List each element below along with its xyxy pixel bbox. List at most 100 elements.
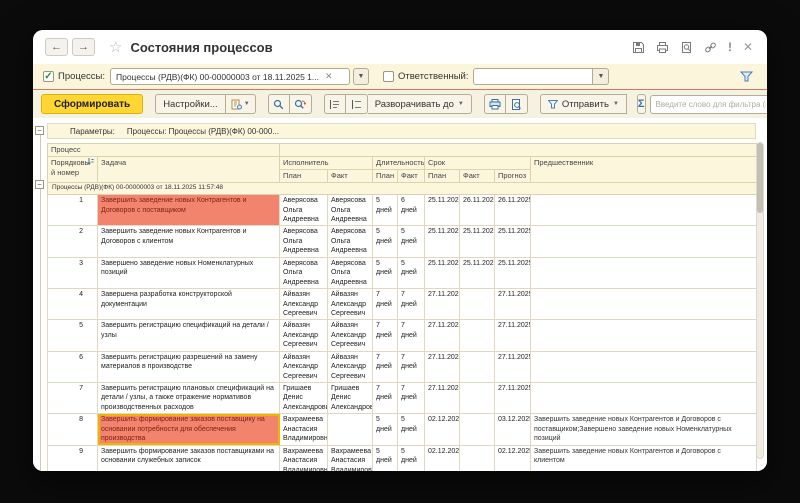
cell-num[interactable]: 5	[48, 320, 98, 351]
cell-predecessor[interactable]	[531, 195, 757, 226]
expand-groups-button[interactable]	[346, 94, 368, 114]
cell-task[interactable]: Завершено заведение новых Номенклатурных…	[98, 257, 280, 288]
processes-field[interactable]: Процессы (РДВ)(ФК) 00-00000003 от 18.11.…	[110, 68, 350, 85]
cell-dur-fact[interactable]: 5 дней	[398, 226, 425, 257]
cell-exec-fact[interactable]: Айвазян Александр Сергеевич	[328, 289, 373, 320]
cell-dur-plan[interactable]: 5 дней	[373, 445, 398, 471]
search-button[interactable]	[268, 94, 290, 114]
cell-exec-plan[interactable]: Аверясова Ольга Андреевна	[280, 257, 328, 288]
cell-date-fact[interactable]	[460, 414, 495, 445]
cell-dur-plan[interactable]: 5 дней	[373, 414, 398, 445]
cell-task[interactable]: Завершить регистрацию разрешений на заме…	[98, 351, 280, 382]
cell-dur-plan[interactable]: 7 дней	[373, 351, 398, 382]
cell-predecessor[interactable]	[531, 289, 757, 320]
cell-num[interactable]: 4	[48, 289, 98, 320]
save-icon[interactable]	[632, 41, 645, 54]
cell-task[interactable]: Завершена разработка конструкторской док…	[98, 289, 280, 320]
cell-dur-fact[interactable]: 5 дней	[398, 414, 425, 445]
collapse-groups-button[interactable]	[324, 94, 346, 114]
cell-dur-fact[interactable]: 6 дней	[398, 195, 425, 226]
cell-num[interactable]: 9	[48, 445, 98, 471]
header-exec-fact[interactable]: Факт	[328, 170, 373, 183]
cell-forecast[interactable]: 27.11.2025	[495, 351, 531, 382]
header-dur-plan[interactable]: План	[373, 170, 398, 183]
responsible-checkbox[interactable]	[383, 71, 394, 82]
report-variant-button[interactable]: ▼	[226, 94, 256, 114]
cell-exec-fact[interactable]: Вахрамеева Анастасия Владимировна	[328, 445, 373, 471]
header-ordinal[interactable]: Порядковый номер	[48, 157, 98, 183]
cell-date-plan[interactable]: 25.11.2025	[425, 195, 460, 226]
header-task[interactable]: Задача	[98, 157, 280, 183]
cell-date-plan[interactable]: 02.12.2025	[425, 445, 460, 471]
cell-date-plan[interactable]: 27.11.2025	[425, 289, 460, 320]
settings-button[interactable]: Настройки...	[155, 94, 226, 114]
print-icon[interactable]	[656, 41, 669, 54]
cell-task[interactable]: Завершить регистрацию плановых специфика…	[98, 383, 280, 414]
cell-date-fact[interactable]	[460, 289, 495, 320]
send-button[interactable]: Отправить▼	[540, 94, 627, 114]
header-predecessor[interactable]: Предшественник	[531, 157, 757, 183]
close-icon[interactable]: ✕	[743, 40, 753, 54]
cell-exec-fact[interactable]: Айвазян Александр Сергеевич	[328, 320, 373, 351]
header-exec-plan[interactable]: План	[280, 170, 328, 183]
cell-forecast[interactable]: 25.11.2025	[495, 257, 531, 288]
cell-date-fact[interactable]	[460, 445, 495, 471]
header-term[interactable]: Срок	[425, 157, 531, 170]
vertical-scrollbar[interactable]	[756, 142, 764, 459]
cell-forecast[interactable]: 02.12.2025	[495, 445, 531, 471]
sum-button[interactable]: Σ	[637, 94, 646, 114]
collapse-parameters-icon[interactable]: −	[35, 126, 44, 135]
cell-date-fact[interactable]	[460, 351, 495, 382]
cell-exec-fact[interactable]: Аверясова Ольга Андреевна	[328, 195, 373, 226]
cell-exec-fact[interactable]	[328, 414, 373, 445]
cell-exec-fact[interactable]: Аверясова Ольга Андреевна	[328, 226, 373, 257]
cell-exec-plan[interactable]: Айвазян Александр Сергеевич	[280, 320, 328, 351]
cell-dur-plan[interactable]: 7 дней	[373, 289, 398, 320]
cell-dur-fact[interactable]: 5 дней	[398, 445, 425, 471]
cell-exec-plan[interactable]: Вахрамеева Анастасия Владимировна	[280, 414, 328, 445]
cell-forecast[interactable]: 03.12.2025	[495, 414, 531, 445]
cell-forecast[interactable]: 25.11.2025	[495, 226, 531, 257]
cell-dur-fact[interactable]: 7 дней	[398, 320, 425, 351]
cell-date-plan[interactable]: 27.11.2025	[425, 383, 460, 414]
cell-date-plan[interactable]: 25.11.2025	[425, 257, 460, 288]
header-term-forecast[interactable]: Прогноз	[495, 170, 531, 183]
print-button[interactable]	[484, 94, 506, 114]
alerts-icon[interactable]: !	[728, 40, 732, 54]
cell-date-fact[interactable]	[460, 320, 495, 351]
link-icon[interactable]	[704, 41, 717, 54]
filter-funnel-button[interactable]	[735, 68, 757, 86]
cell-task[interactable]: Завершить заведение новых Контрагентов и…	[98, 195, 280, 226]
cell-date-fact[interactable]	[460, 383, 495, 414]
cell-exec-fact[interactable]: Айвазян Александр Сергеевич	[328, 351, 373, 382]
cell-predecessor[interactable]	[531, 351, 757, 382]
preview-icon[interactable]	[680, 41, 693, 54]
cell-dur-fact[interactable]: 7 дней	[398, 351, 425, 382]
cell-exec-plan[interactable]: Айвазян Александр Сергеевич	[280, 351, 328, 382]
favorite-star-icon[interactable]: ☆	[109, 38, 122, 56]
cell-dur-plan[interactable]: 5 дней	[373, 226, 398, 257]
cell-date-plan[interactable]: 27.11.2025	[425, 351, 460, 382]
cell-task[interactable]: Завершить регистрацию спецификаций на де…	[98, 320, 280, 351]
group-row[interactable]: Процессы (РДВ)(ФК) 00-00000003 от 18.11.…	[48, 183, 757, 195]
cell-num[interactable]: 7	[48, 383, 98, 414]
cell-forecast[interactable]: 27.11.2025	[495, 320, 531, 351]
header-duration[interactable]: Длительность	[373, 157, 425, 170]
cell-exec-plan[interactable]: Аверясова Ольга Андреевна	[280, 226, 328, 257]
cell-predecessor[interactable]: Завершить заведение новых Контрагентов и…	[531, 414, 757, 445]
cell-dur-plan[interactable]: 7 дней	[373, 383, 398, 414]
cell-task[interactable]: Завершить формирование заказов поставщик…	[98, 445, 280, 471]
cell-task[interactable]: Завершить заведение новых Контрагентов и…	[98, 226, 280, 257]
print-preview-button[interactable]	[506, 94, 528, 114]
cell-predecessor[interactable]	[531, 320, 757, 351]
cell-exec-plan[interactable]: Аверясова Ольга Андреевна	[280, 195, 328, 226]
header-term-plan[interactable]: План	[425, 170, 460, 183]
cell-dur-fact[interactable]: 5 дней	[398, 257, 425, 288]
cancel-search-button[interactable]	[290, 94, 312, 114]
cell-exec-fact[interactable]: Аверясова Ольга Андреевна	[328, 257, 373, 288]
cell-date-fact[interactable]: 25.11.2025	[460, 257, 495, 288]
cell-dur-plan[interactable]: 5 дней	[373, 257, 398, 288]
filter-word-input[interactable]	[650, 95, 768, 114]
back-button[interactable]: ←	[45, 38, 68, 56]
cell-predecessor[interactable]: Завершить заведение новых Контрагентов и…	[531, 445, 757, 471]
